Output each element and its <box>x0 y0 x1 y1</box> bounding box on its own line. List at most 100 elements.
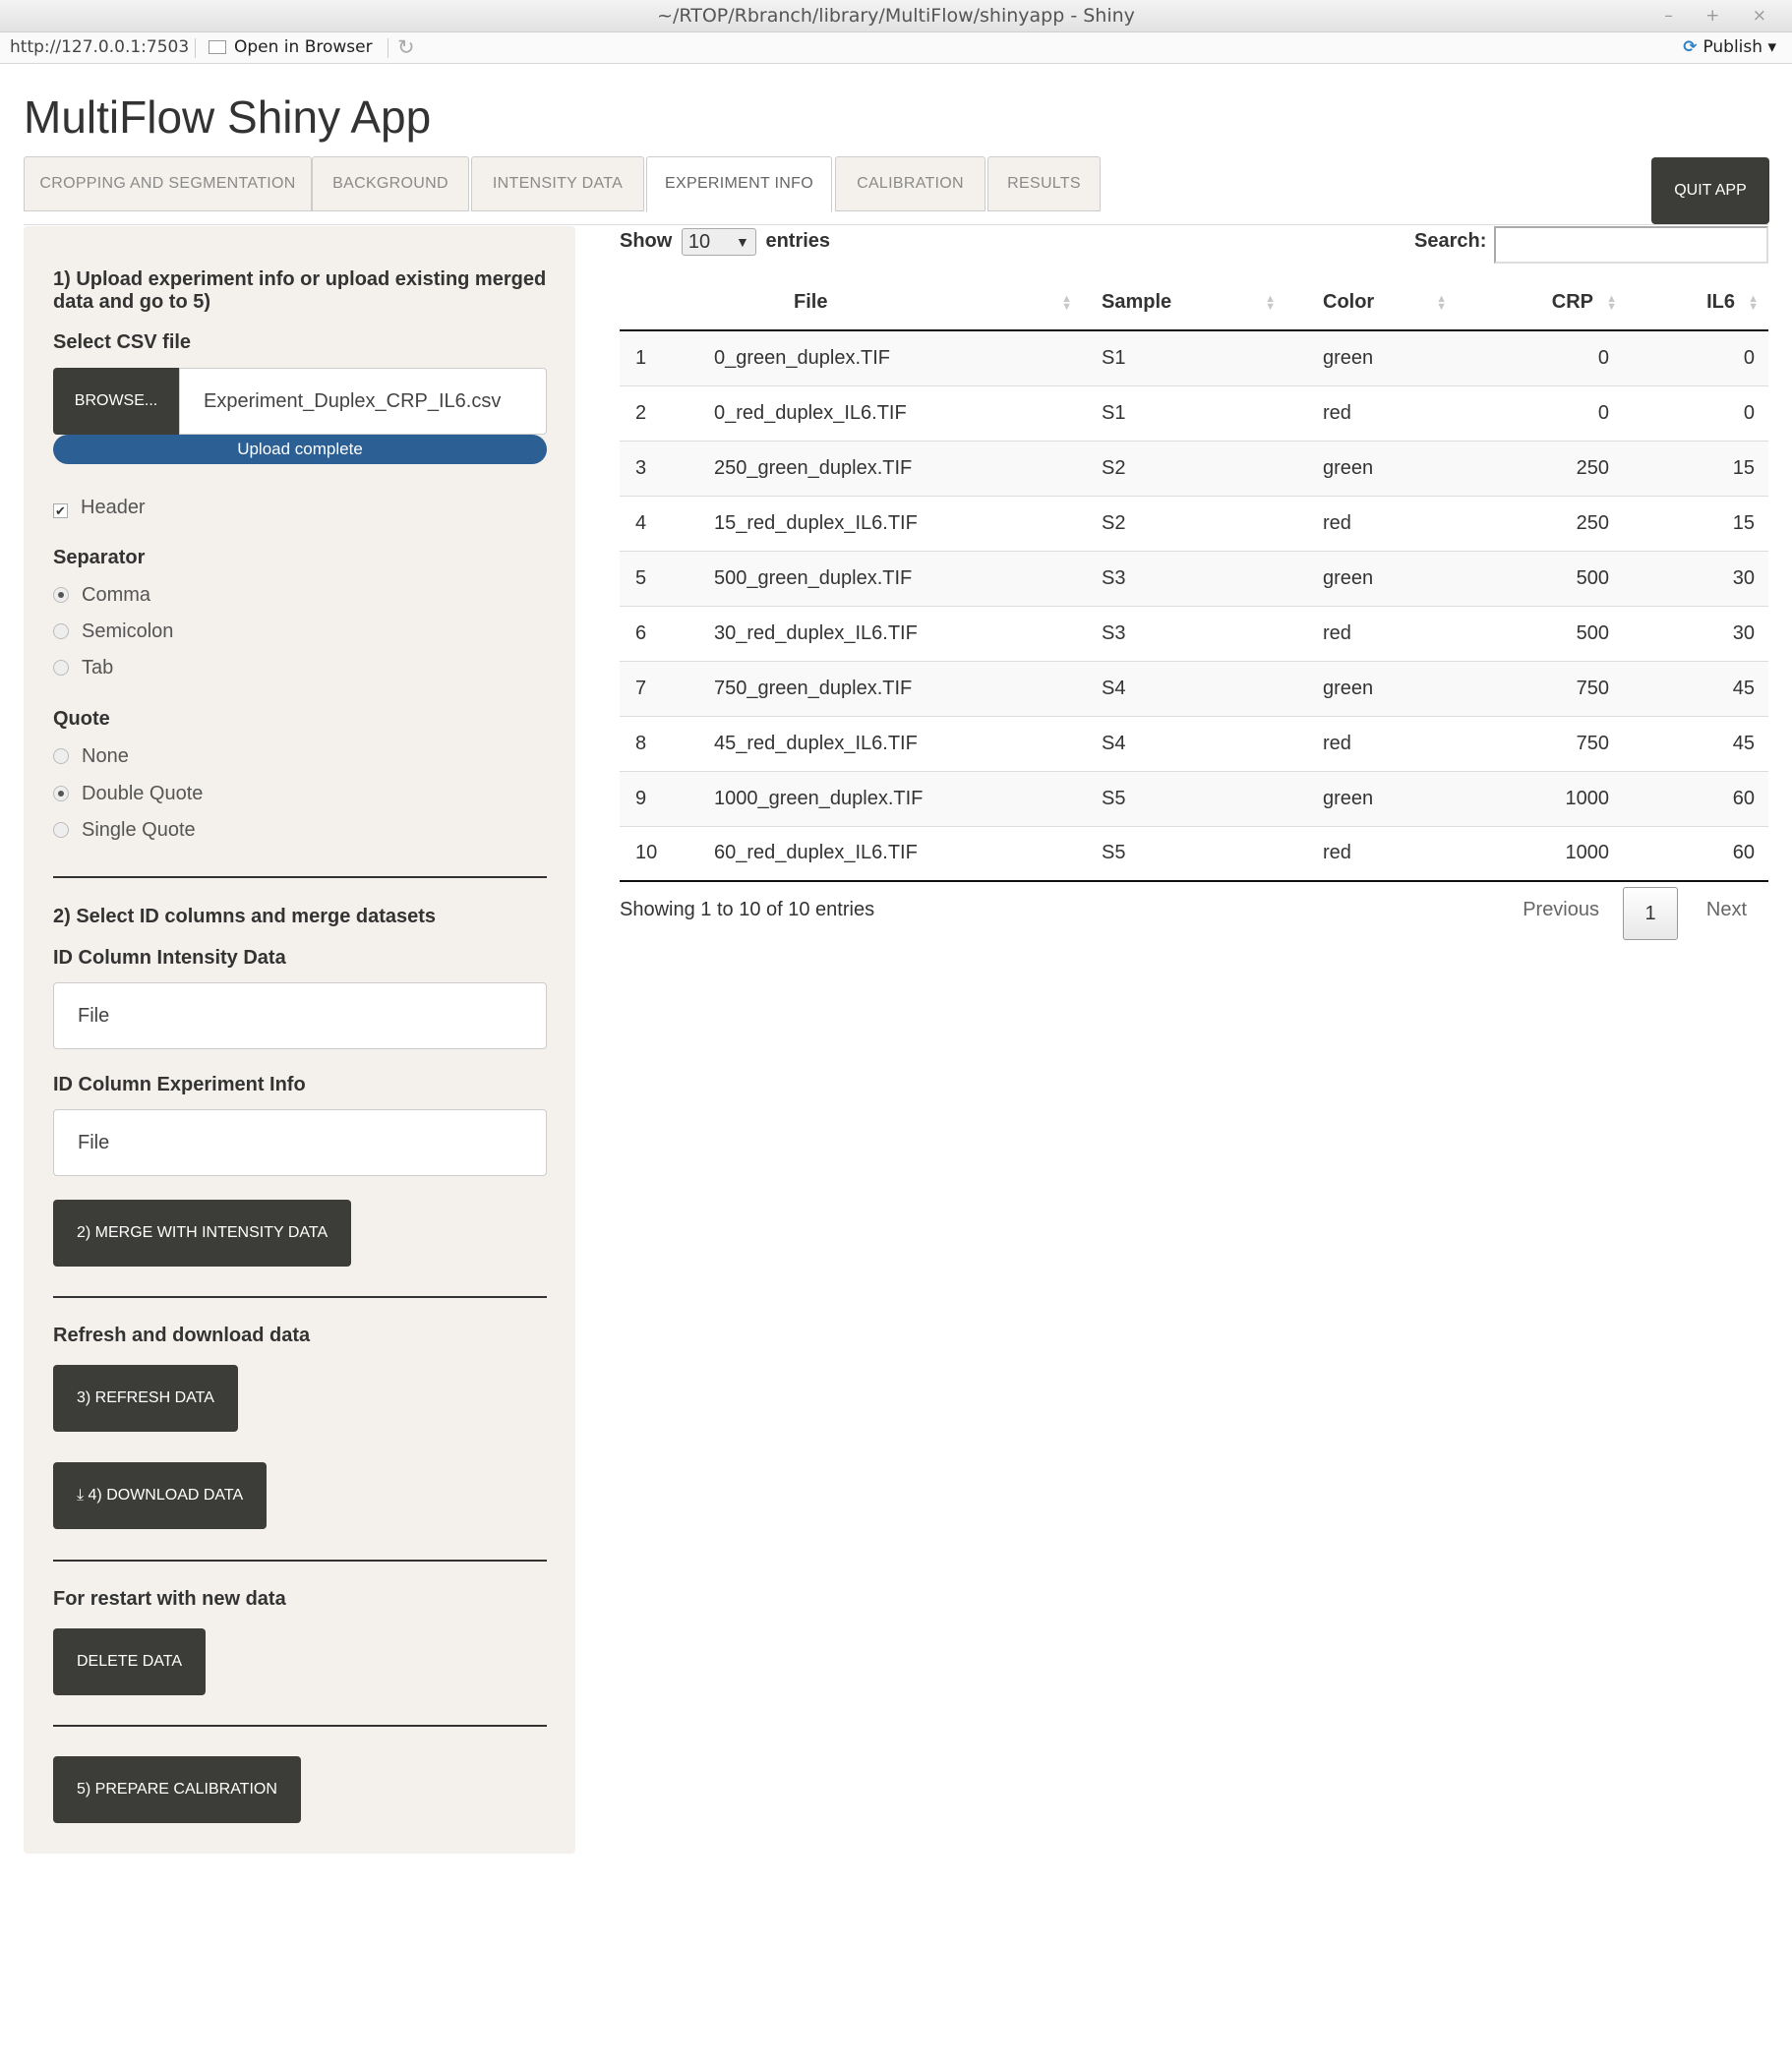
refresh-heading: Refresh and download data <box>53 1325 311 1346</box>
table-row[interactable]: 7 750_green_duplex.TIF S4 green 750 45 <box>620 660 1768 716</box>
header-label: Header <box>81 497 146 518</box>
cell-sample: S3 <box>1082 605 1285 661</box>
open-in-browser-button[interactable]: Open in Browser <box>209 32 373 63</box>
current-page-button[interactable]: 1 <box>1623 887 1678 940</box>
cell-crp: 0 <box>1457 384 1627 441</box>
cell-color: red <box>1285 384 1457 441</box>
cell-il6: 0 <box>1627 384 1768 441</box>
cell-color: green <box>1285 550 1457 606</box>
cell-crp: 500 <box>1457 605 1627 661</box>
cell-sample: S2 <box>1082 495 1285 551</box>
separator-option-semicolon[interactable]: Semicolon <box>53 619 173 644</box>
cell-crp: 750 <box>1457 660 1627 716</box>
table-row[interactable]: 10 60_red_duplex_IL6.TIF S5 red 1000 60 <box>620 825 1768 882</box>
window-titlebar: ~/RTOP/Rbranch/library/MultiFlow/shinyap… <box>0 0 1792 32</box>
prepare-calibration-button[interactable]: 5) PREPARE CALIBRATION <box>53 1756 301 1823</box>
table-row[interactable]: 5 500_green_duplex.TIF S3 green 500 30 <box>620 550 1768 606</box>
cell-crp: 750 <box>1457 715 1627 771</box>
column-header-file[interactable]: File ▲ ▼ <box>681 275 1082 331</box>
page-length-select[interactable]: 10 ▼ <box>681 227 756 256</box>
table-row[interactable]: 8 45_red_duplex_IL6.TIF S4 red 750 45 <box>620 715 1768 771</box>
cell-crp: 500 <box>1457 550 1627 606</box>
publish-caret-icon: ▾ <box>1767 37 1776 57</box>
cell-sample: S5 <box>1082 770 1285 826</box>
separator-option-tab[interactable]: Tab <box>53 655 113 680</box>
restart-heading: For restart with new data <box>53 1588 286 1610</box>
cell-index: 5 <box>620 550 681 606</box>
merge-button[interactable]: 2) MERGE WITH INTENSITY DATA <box>53 1200 352 1267</box>
file-upload: BROWSE... Experiment_Duplex_CRP_IL6.csv <box>53 368 547 435</box>
sort-arrows-icon: ▲ ▼ <box>1061 293 1072 313</box>
window-controls[interactable]: – + × <box>1664 0 1780 32</box>
table-row[interactable]: 6 30_red_duplex_IL6.TIF S3 red 500 30 <box>620 605 1768 661</box>
radio-label: None <box>82 745 129 767</box>
app-title: MultiFlow Shiny App <box>24 91 432 143</box>
sort-arrows-icon: ▲ ▼ <box>1265 293 1276 313</box>
id-experiment-select[interactable]: File <box>53 1109 547 1176</box>
column-header-label: Color <box>1323 291 1375 313</box>
tab-intensity-data[interactable]: INTENSITY DATA <box>471 156 644 211</box>
tab-experiment-info[interactable]: EXPERIMENT INFO <box>646 156 832 212</box>
refresh-icon[interactable]: ↻ <box>397 32 415 63</box>
table-header-row: File ▲ ▼ Sample ▲ ▼ Color ▲ ▼ CRP ▲ ▼ IL6 ▲ ▼ <box>620 275 1768 331</box>
id-intensity-select[interactable]: File <box>53 982 547 1049</box>
cell-color: red <box>1285 715 1457 771</box>
cell-index: 9 <box>620 770 681 826</box>
browse-button[interactable]: BROWSE... <box>53 368 179 435</box>
cell-file: 1000_green_duplex.TIF <box>681 770 1082 826</box>
cell-crp: 250 <box>1457 495 1627 551</box>
table-row[interactable]: 1 0_green_duplex.TIF S1 green 0 0 <box>620 329 1768 385</box>
column-header-color[interactable]: Color ▲ ▼ <box>1285 275 1457 331</box>
table-row[interactable]: 2 0_red_duplex_IL6.TIF S1 red 0 0 <box>620 384 1768 441</box>
header-checkbox[interactable]: ✔ Header <box>53 495 146 520</box>
cell-il6: 45 <box>1627 715 1768 771</box>
cell-color: green <box>1285 440 1457 496</box>
cell-color: green <box>1285 329 1457 385</box>
publish-button[interactable]: ⟳ Publish ▾ <box>1683 32 1776 63</box>
sidebar-panel: 1) Upload experiment info or upload exis… <box>24 226 575 1854</box>
cell-file: 0_green_duplex.TIF <box>681 329 1082 385</box>
cell-crp: 0 <box>1457 329 1627 385</box>
radio-icon <box>53 623 69 639</box>
cell-color: red <box>1285 605 1457 661</box>
column-header-il6[interactable]: IL6 ▲ ▼ <box>1627 275 1768 331</box>
cell-index: 6 <box>620 605 681 661</box>
tab-background[interactable]: BACKGROUND <box>312 156 469 211</box>
quote-option-single[interactable]: Single Quote <box>53 817 196 843</box>
table-row[interactable]: 3 250_green_duplex.TIF S2 green 250 15 <box>620 440 1768 496</box>
delete-data-button[interactable]: DELETE DATA <box>53 1628 206 1695</box>
viewer-toolbar: http://127.0.0.1:7503 Open in Browser ↻ … <box>0 32 1792 64</box>
previous-page-button[interactable]: Previous <box>1523 899 1599 921</box>
window-title: ~/RTOP/Rbranch/library/MultiFlow/shinyap… <box>657 5 1135 27</box>
quote-option-none[interactable]: None <box>53 743 129 769</box>
file-name-field[interactable]: Experiment_Duplex_CRP_IL6.csv <box>179 368 547 435</box>
cell-sample: S4 <box>1082 660 1285 716</box>
tab-results[interactable]: RESULTS <box>987 156 1101 211</box>
radio-icon <box>53 748 69 764</box>
sort-arrows-icon: ▲ ▼ <box>1606 293 1617 313</box>
table-row[interactable]: 9 1000_green_duplex.TIF S5 green 1000 60 <box>620 770 1768 826</box>
cell-index: 10 <box>620 825 681 882</box>
download-data-button[interactable]: ⤓ 4) DOWNLOAD DATA <box>53 1462 268 1529</box>
cell-crp: 1000 <box>1457 770 1627 826</box>
quote-option-double[interactable]: Double Quote <box>53 781 203 806</box>
divider <box>53 876 547 878</box>
cell-il6: 45 <box>1627 660 1768 716</box>
search-input[interactable] <box>1494 226 1768 264</box>
column-header-sample[interactable]: Sample ▲ ▼ <box>1082 275 1285 331</box>
sort-arrows-icon: ▲ ▼ <box>1748 293 1759 313</box>
step1-heading: 1) Upload experiment info or upload exis… <box>53 268 547 313</box>
tab-cropping-and-segmentation[interactable]: CROPPING AND SEGMENTATION <box>24 156 312 211</box>
separator-option-comma[interactable]: Comma <box>53 582 150 608</box>
cell-index: 8 <box>620 715 681 771</box>
column-header-index <box>620 275 681 331</box>
tab-calibration[interactable]: CALIBRATION <box>835 156 986 211</box>
next-page-button[interactable]: Next <box>1706 899 1747 921</box>
quit-app-button[interactable]: QUIT APP <box>1651 157 1769 224</box>
cell-color: red <box>1285 495 1457 551</box>
column-header-crp[interactable]: CRP ▲ ▼ <box>1457 275 1627 331</box>
page-length-value: 10 <box>687 230 711 253</box>
divider <box>53 1296 547 1298</box>
table-row[interactable]: 4 15_red_duplex_IL6.TIF S2 red 250 15 <box>620 495 1768 551</box>
refresh-data-button[interactable]: 3) REFRESH DATA <box>53 1365 238 1432</box>
